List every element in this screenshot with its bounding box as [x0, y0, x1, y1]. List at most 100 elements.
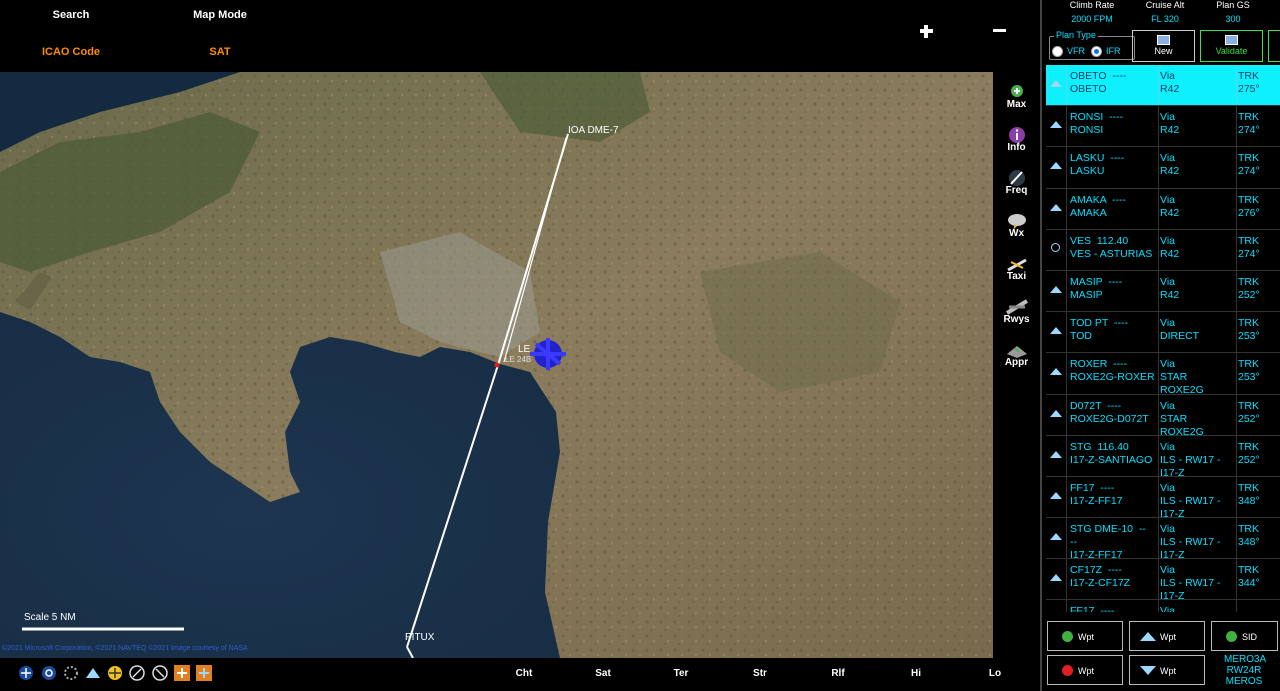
climb-rate-value[interactable]: 2000 FPM — [1057, 14, 1127, 24]
traffic-filter-icon[interactable] — [106, 664, 124, 682]
waypoint-row[interactable]: ROXER ---- ROXE2G-ROXER Via STAR ROXE2G TRK 25… — [1046, 353, 1280, 396]
waypoint-ident: VES 112.40 VES - ASTURIAS — [1070, 235, 1158, 261]
waypoint-via-via1: Via — [1160, 605, 1175, 612]
zoom-out-icon[interactable] — [986, 16, 1014, 44]
procedure-summary[interactable]: MERO3A RW24R MEROS — [1224, 654, 1267, 687]
tab-ter[interactable]: Ter — [656, 668, 706, 679]
waypoint-triangle-icon — [1050, 491, 1062, 499]
tab-lo[interactable]: Lo — [970, 668, 1020, 679]
taxi-button[interactable]: Taxi — [993, 250, 1040, 292]
waypoint-row[interactable]: VES 112.40 VES - ASTURIAS Via R42 TRK 274° — [1046, 229, 1280, 271]
waypoint-track: TRK 274° — [1238, 235, 1278, 261]
new-plan-button[interactable]: New — [1132, 30, 1195, 62]
waypoint-track-deg: 252° — [1238, 453, 1260, 466]
icao-code-field[interactable]: ICAO Code — [11, 46, 131, 58]
vfr-radio[interactable] — [1052, 46, 1063, 57]
tab-hi[interactable]: Hi — [891, 668, 941, 679]
climb-rate: Climb Rate 2000 FPM — [1057, 0, 1127, 24]
waypoint-ident-id: OBETO ---- — [1070, 70, 1127, 82]
row-separator — [1236, 476, 1237, 518]
tab-str[interactable]: Str — [735, 668, 785, 679]
waypoint-row[interactable]: OBETO ---- OBETO Via R42 TRK 275° — [1046, 65, 1280, 107]
rwys-button[interactable]: Rwys — [993, 293, 1040, 335]
waypoint-row[interactable]: RONSI ---- RONSI Via R42 TRK 274° — [1046, 106, 1280, 148]
waypoint-row[interactable]: D072T ---- ROXE2G-D072T Via STAR ROXE2G TRK 25… — [1046, 394, 1280, 438]
wx-button[interactable]: Wx — [993, 207, 1040, 249]
map-mode-button[interactable]: Map Mode — [160, 9, 280, 21]
climb-rate-label: Climb Rate — [1069, 0, 1115, 10]
airspace-filter-icon[interactable] — [173, 664, 191, 682]
sid-button[interactable]: SID — [1211, 621, 1278, 651]
waypoint-track-deg: 348° — [1238, 494, 1260, 507]
move-waypoint-up-button[interactable]: Wpt — [1129, 621, 1205, 651]
waypoint-track: TRK 348° — [1238, 523, 1278, 549]
waypoint-track-trk: TRK — [1238, 193, 1259, 206]
zoom-in-icon[interactable] — [913, 16, 941, 44]
waypoint-via-via1: Via — [1160, 440, 1175, 453]
procedure-line-1: MERO3A — [1224, 654, 1267, 665]
max-button[interactable]: Max — [993, 78, 1040, 120]
cruise-alt-value[interactable]: FL 320 — [1130, 14, 1200, 24]
airway-filter-icon[interactable] — [151, 664, 169, 682]
move-down-label: Wpt — [1160, 666, 1177, 676]
tab-sat[interactable]: Sat — [578, 668, 628, 679]
waypoint-row[interactable]: LASKU ---- LASKU Via R42 TRK 274° — [1046, 147, 1280, 189]
waypoint-via-via1: Via — [1160, 193, 1175, 206]
airport-filter-icon[interactable] — [17, 664, 35, 682]
more-button[interactable] — [1268, 30, 1280, 62]
waypoint-via: Via R42 — [1160, 111, 1236, 137]
add-waypoint-button[interactable]: Wpt — [1047, 621, 1123, 651]
validate-button[interactable]: Validate — [1200, 30, 1263, 62]
waypoint-row[interactable]: STG DME-10 -- -- I17-Z-FF17 Via ILS - RW17 … — [1046, 518, 1280, 562]
ifr-radio[interactable] — [1091, 46, 1102, 57]
tab-rlf[interactable]: Rlf — [813, 668, 863, 679]
map-copyright: ©2021 Microsoft Corporation, ©2021 NAVTE… — [2, 645, 248, 652]
waypoint-via-via2: DIRECT — [1160, 330, 1200, 343]
waypoint-track-deg: 252° — [1238, 412, 1260, 425]
waypoint-ident-name: RONSI — [1070, 124, 1104, 137]
up-arrow-icon — [1140, 632, 1156, 641]
info-button[interactable]: Info — [993, 121, 1040, 163]
waypoint-ident: STG DME-10 -- -- I17-Z-FF17 — [1070, 523, 1158, 562]
plan-gs-value[interactable]: 300 — [1198, 14, 1268, 24]
plan-gs: Plan GS 300 — [1198, 0, 1268, 24]
appr-button[interactable]: Appr — [993, 336, 1040, 378]
waypoint-ident: STG 116.40 I17-Z-SANTIAGO — [1070, 441, 1158, 467]
map-canvas — [0, 72, 993, 658]
waypoint-via-via1: Via — [1160, 523, 1175, 536]
waypoint-ident-id: AMAKA ---- — [1070, 193, 1127, 206]
add-waypoint-label: Wpt — [1078, 632, 1095, 642]
waypoint-ident: FF17 ---- I17-Z-FF17 — [1070, 482, 1158, 508]
waypoint-via: Via R42 — [1160, 70, 1236, 96]
new-plan-icon — [1157, 35, 1170, 45]
ndb-filter-icon[interactable] — [62, 664, 80, 682]
satellite-map[interactable]: IOA DME-7 PITUX LE LE 24B Scale 5 NM ©20… — [0, 72, 993, 658]
waypoint-row[interactable]: AMAKA ---- AMAKA Via R42 TRK 276° — [1046, 188, 1280, 230]
delete-waypoint-button[interactable]: Wpt — [1047, 655, 1123, 685]
waypoint-row[interactable]: MASIP ---- MASIP Via R42 TRK 252° — [1046, 270, 1280, 313]
waypoint-row[interactable]: STG 116.40 I17-Z-SANTIAGO Via ILS - RW17 -I… — [1046, 435, 1280, 479]
waypoint-row[interactable]: FF17 ---- Via — [1046, 600, 1280, 612]
waypoint-row[interactable]: TOD PT ---- TOD Via DIRECT TRK 253° — [1046, 312, 1280, 354]
map-top-bar: Search Map Mode ICAO Code SAT — [0, 0, 1040, 72]
freq-button[interactable]: Freq — [993, 164, 1040, 206]
waypoint-track-trk: TRK — [1238, 275, 1259, 288]
row-separator — [1158, 435, 1159, 476]
tab-cht[interactable]: Cht — [499, 668, 549, 679]
search-button[interactable]: Search — [11, 9, 131, 21]
move-waypoint-down-button[interactable]: Wpt — [1129, 655, 1205, 685]
waypoint-via-via1: Via — [1160, 317, 1175, 330]
fir-filter-icon[interactable] — [195, 664, 213, 682]
waypoint-row[interactable]: FF17 ---- I17-Z-FF17 Via ILS - RW17 - I17-Z T… — [1046, 476, 1280, 520]
compass-filter-icon[interactable] — [128, 664, 146, 682]
waypoint-ident-name: MASIP — [1070, 288, 1103, 301]
vor-filter-icon[interactable] — [40, 664, 58, 682]
waypoint-triangle-icon — [1050, 450, 1062, 458]
row-separator — [1236, 147, 1237, 188]
waypoint-row[interactable]: CF17Z ---- I17-Z-CF17Z Via ILS - RW17 - I17-… — [1046, 559, 1280, 602]
waypoint-ident: MASIP ---- MASIP — [1070, 276, 1158, 302]
waypoint-track-deg: 274° — [1238, 124, 1260, 137]
waypoint-filter-icon[interactable] — [84, 664, 102, 682]
waypoint-list[interactable]: OBETO ---- OBETO Via R42 TRK 275° RONSI ---- RO… — [1046, 65, 1280, 612]
waypoint-triangle-icon — [1050, 368, 1062, 376]
